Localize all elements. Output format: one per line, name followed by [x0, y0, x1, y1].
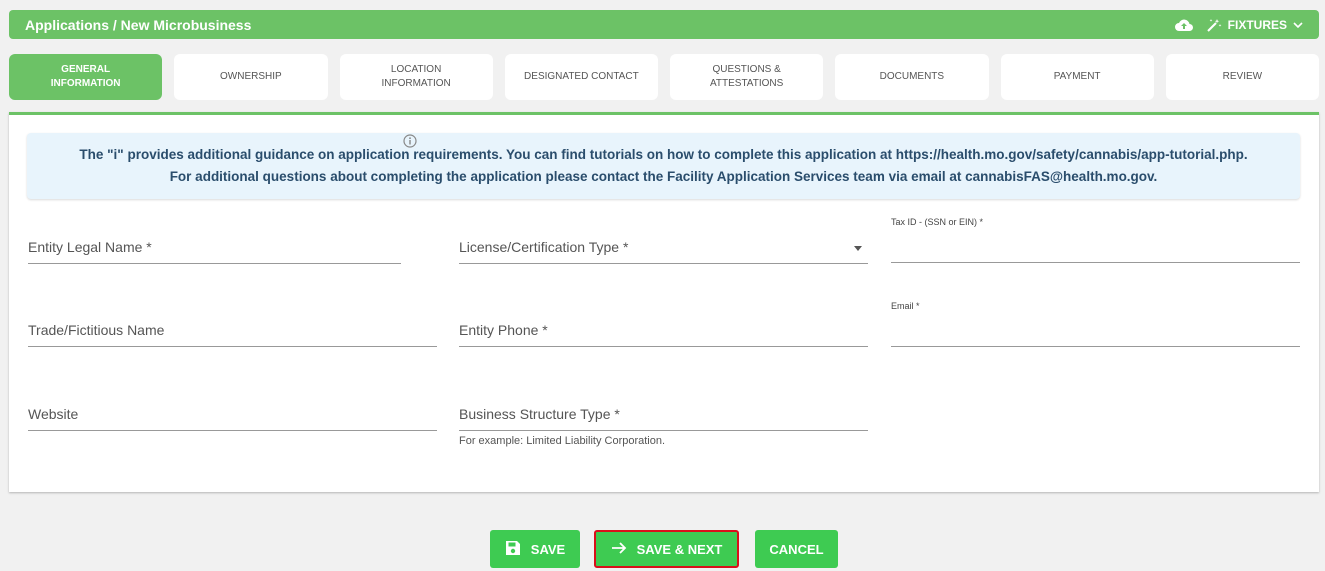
- fixtures-label: FIXTURES: [1227, 17, 1287, 32]
- tab-questions-attestations[interactable]: QUESTIONS & ATTESTATIONS: [670, 54, 824, 100]
- arrow-right-icon: [611, 541, 627, 558]
- tax-id-field[interactable]: Tax ID - (SSN or EIN) *: [891, 217, 1300, 263]
- save-and-next-button[interactable]: SAVE & NEXT: [594, 530, 739, 568]
- entity-legal-name-field[interactable]: Entity Legal Name *: [28, 224, 401, 264]
- cancel-label: CANCEL: [769, 541, 824, 557]
- business-structure-hint: For example: Limited Liability Corporati…: [459, 435, 666, 447]
- tax-id-label: Tax ID - (SSN or EIN) *: [891, 217, 984, 227]
- business-structure-field[interactable]: Business Structure Type * For example: L…: [459, 391, 868, 447]
- trade-name-field[interactable]: Trade/Fictitious Name: [28, 307, 437, 347]
- info-icon[interactable]: [403, 134, 417, 148]
- business-structure-label: Business Structure Type *: [459, 406, 620, 422]
- tab-ownership[interactable]: OWNERSHIP: [174, 54, 328, 100]
- tab-designated-contact[interactable]: DESIGNATED CONTACT: [504, 54, 658, 100]
- tab-documents[interactable]: DOCUMENTS: [835, 54, 989, 100]
- guidance-banner: The "i" provides additional guidance on …: [27, 133, 1300, 199]
- header-actions: FIXTURES: [1174, 18, 1303, 32]
- entity-legal-name-label: Entity Legal Name *: [28, 239, 152, 255]
- app-header: Applications / New Microbusiness FIXTURE…: [9, 10, 1319, 39]
- trade-name-label: Trade/Fictitious Name: [28, 322, 165, 338]
- floppy-disk-icon: [505, 540, 521, 559]
- email-label: Email *: [891, 301, 920, 311]
- email-field[interactable]: Email *: [891, 301, 1300, 347]
- license-type-select[interactable]: License/Certification Type *: [459, 224, 868, 264]
- save-label: SAVE: [530, 541, 566, 557]
- tab-payment[interactable]: PAYMENT: [1000, 54, 1154, 100]
- entity-phone-label: Entity Phone *: [459, 322, 548, 338]
- website-field[interactable]: Website: [28, 391, 437, 431]
- breadcrumb[interactable]: Applications / New Microbusiness: [25, 17, 251, 33]
- magic-wand-icon: [1206, 18, 1222, 32]
- cloud-upload-icon[interactable]: [1174, 18, 1194, 32]
- license-type-label: License/Certification Type *: [459, 239, 629, 255]
- fixtures-menu[interactable]: FIXTURES: [1206, 18, 1303, 32]
- save-button[interactable]: SAVE: [490, 530, 580, 568]
- cancel-button[interactable]: CANCEL: [755, 530, 838, 568]
- step-tabs: GENERAL INFORMATION OWNERSHIP LOCATION I…: [9, 54, 1319, 100]
- save-next-label: SAVE & NEXT: [636, 541, 723, 557]
- tab-location-information[interactable]: LOCATION INFORMATION: [339, 54, 493, 100]
- entity-phone-field[interactable]: Entity Phone *: [459, 307, 868, 347]
- website-label: Website: [28, 406, 79, 422]
- dropdown-arrow-icon: [854, 246, 862, 251]
- tab-general-information[interactable]: GENERAL INFORMATION: [9, 54, 163, 100]
- tab-review[interactable]: REVIEW: [1165, 54, 1319, 100]
- chevron-down-icon: [1293, 21, 1303, 29]
